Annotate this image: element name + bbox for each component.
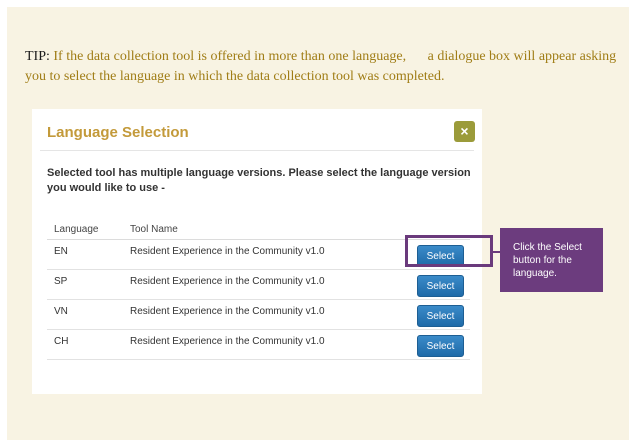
row-language: SP [54,276,68,287]
tip-text: TIP: If the data collection tool is offe… [25,47,625,87]
header-tool-name: Tool Name [130,224,178,235]
header-language: Language [54,224,99,235]
row-tool-name: Resident Experience in the Community v1.… [130,276,325,287]
select-button-sp[interactable]: Select [417,275,464,297]
row-language: EN [54,246,68,257]
tip-label: TIP: [25,49,50,64]
dialog-divider [40,150,474,151]
close-icon[interactable]: × [454,121,475,142]
row-tool-name: Resident Experience in the Community v1.… [130,246,325,257]
tip-text-part1: If the data collection tool is offered i… [53,49,407,64]
table-row: CH Resident Experience in the Community … [47,330,470,360]
row-language: VN [54,306,68,317]
select-button-highlight [405,235,493,267]
table-row: VN Resident Experience in the Community … [47,300,470,330]
select-button-ch[interactable]: Select [417,335,464,357]
dialog-message: Selected tool has multiple language vers… [47,167,471,194]
row-tool-name: Resident Experience in the Community v1.… [130,336,325,347]
callout-box: Click the Select button for the language… [500,228,603,292]
table-row: SP Resident Experience in the Community … [47,270,470,300]
dialog-title: Language Selection [47,124,189,141]
row-language: CH [54,336,69,347]
select-button-vn[interactable]: Select [417,305,464,327]
row-tool-name: Resident Experience in the Community v1.… [130,306,325,317]
